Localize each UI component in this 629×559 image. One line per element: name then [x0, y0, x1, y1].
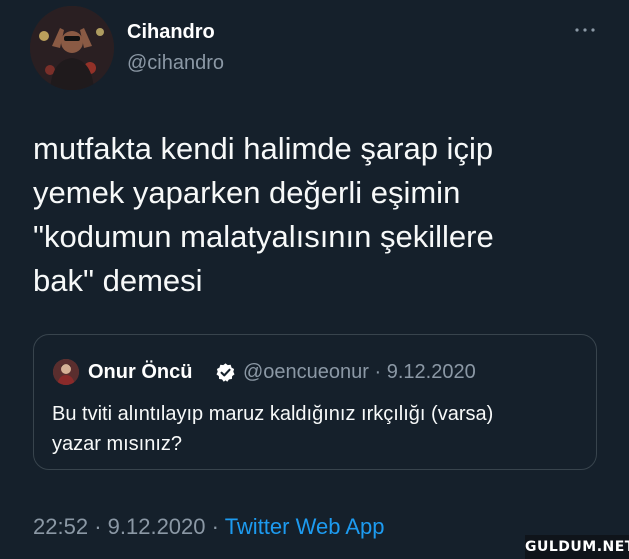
- tweet-source-link[interactable]: Twitter Web App: [225, 514, 385, 539]
- tweet-text-line: "kodumun malatyalısının şekillere: [33, 219, 494, 254]
- quoted-author-handle[interactable]: @oencueonur: [243, 361, 369, 383]
- footer-separator: ·: [211, 514, 219, 539]
- quoted-text-line: Bu tviti alıntılayıp maruz kaldığınız ır…: [52, 403, 494, 425]
- quoted-text: Bu tviti alıntılayıp maruz kaldığınız ır…: [52, 399, 582, 459]
- quoted-tweet[interactable]: Onur Öncü @oencueonur · 9.12.2020 Bu tvi…: [33, 334, 597, 470]
- quoted-author-name[interactable]: Onur Öncü: [88, 359, 192, 385]
- tweet-date[interactable]: 9.12.2020: [108, 514, 206, 539]
- author-handle[interactable]: @cihandro: [127, 51, 224, 75]
- tweet-text: mutfakta kendi halimde şarap içip yemek …: [33, 127, 593, 303]
- tweet-text-line: yemek yaparken değerli eşimin: [33, 175, 461, 210]
- footer-separator: ·: [94, 514, 102, 539]
- meta-separator: ·: [374, 361, 382, 383]
- author-name[interactable]: Cihandro: [127, 20, 215, 44]
- tweet-footer: 22:52 · 9.12.2020 · Twitter Web App: [33, 513, 384, 541]
- quoted-author-avatar[interactable]: [53, 359, 79, 385]
- verified-badge-icon: [216, 363, 235, 382]
- avatar-photo: [30, 6, 114, 90]
- tweet-text-line: bak" demesi: [33, 263, 203, 298]
- tweet-text-line: mutfakta kendi halimde şarap içip: [33, 131, 494, 166]
- author-avatar[interactable]: [30, 6, 114, 90]
- quoted-text-line: yazar mısınız?: [52, 433, 183, 455]
- quoted-date[interactable]: 9.12.2020: [387, 361, 476, 383]
- site-watermark: GULDUM.NET: [525, 535, 629, 559]
- tweet-time[interactable]: 22:52: [33, 514, 88, 539]
- quoted-meta: @oencueonur · 9.12.2020: [243, 359, 476, 385]
- quoted-avatar-photo: [53, 359, 79, 385]
- more-horizontal-icon[interactable]: [573, 24, 597, 36]
